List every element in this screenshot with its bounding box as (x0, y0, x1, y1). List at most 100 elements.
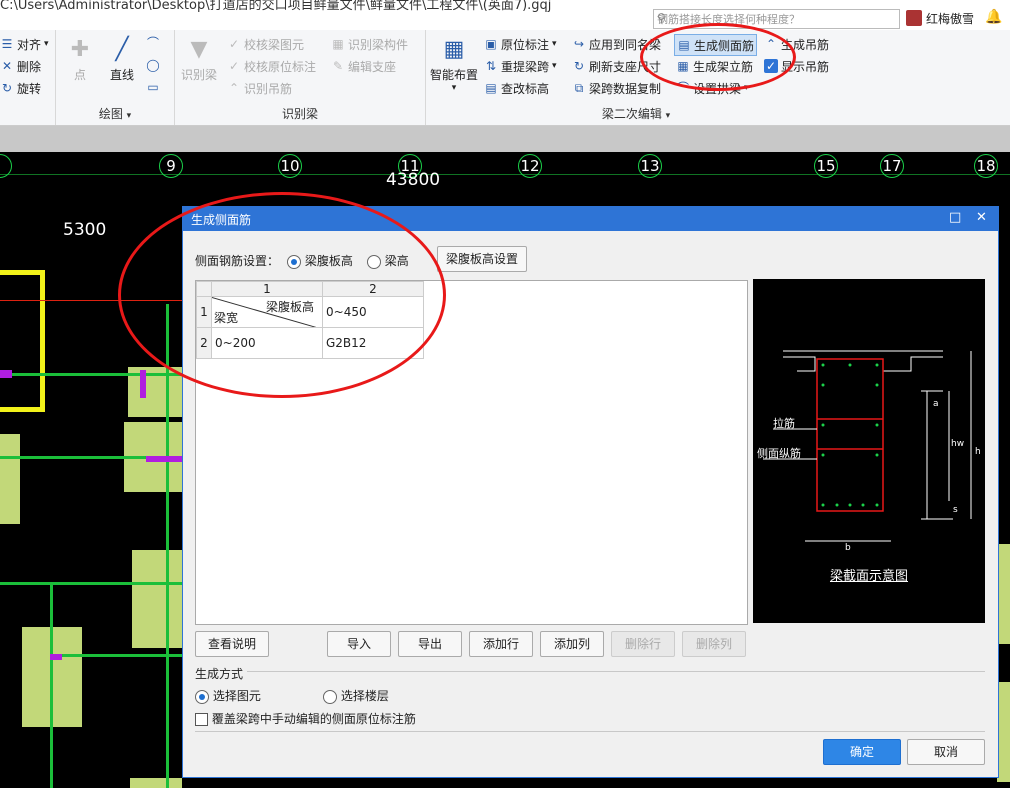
check-position-label: 校核原位标注 (244, 59, 317, 74)
identify-member-label: 识别梁构件 (348, 37, 409, 52)
dim-b-label: b (845, 543, 851, 553)
align-button[interactable]: ☰ 对齐 ▾ (0, 34, 49, 54)
axis-bubble: 12 (518, 154, 542, 178)
reextract-span-label: 重提梁跨 (501, 59, 550, 74)
position-mark-button[interactable]: ▣ 原位标注 ▾ (484, 34, 556, 54)
section-divider (247, 671, 985, 672)
copy-span-data-button[interactable]: ⧉ 梁跨数据复制 (572, 78, 661, 98)
edit-support-button[interactable]: ✎ 编辑支座 (331, 56, 396, 76)
side-bar-label: 侧面纵筋 (757, 447, 801, 460)
tab-strip (0, 126, 1010, 152)
radio-on-icon (195, 689, 209, 704)
delete-label: 删除 (17, 59, 42, 74)
edit-icon: ✎ (332, 59, 344, 73)
maximize-icon[interactable]: □ (949, 210, 961, 225)
check-position-button[interactable]: ✓ 校核原位标注 (227, 56, 316, 76)
point-icon: ✚ (70, 37, 90, 62)
delete-column-button[interactable]: 删除列 (682, 631, 746, 657)
beam-section-preview: 拉筋 侧面纵筋 a hw h s b 梁截面示意图 (753, 279, 985, 623)
column-pad (130, 778, 182, 788)
identify-member-button[interactable]: ▦ 识别梁构件 (331, 34, 408, 54)
export-button[interactable]: 导出 (398, 631, 462, 657)
section-caption: 梁截面示意图 (829, 569, 908, 584)
purple-marker (140, 370, 146, 398)
axis-bubble: 15 (814, 154, 838, 178)
overwrite-checkbox[interactable]: 覆盖梁跨中手动编辑的侧面原位标注筋 (195, 710, 416, 727)
line-label: 直线 (109, 68, 134, 82)
beam-line (50, 582, 53, 788)
check-beam-label: 校核梁图元 (244, 37, 305, 52)
annotation-circle (640, 23, 796, 91)
smart-layout-label: 智能布置 (430, 68, 479, 82)
mark-icon: ▣ (485, 37, 497, 51)
draw-group-label[interactable]: 绘图 ▾ (56, 105, 174, 122)
title-bar: C:\Users\Administrator\Desktop\打道店的交口项目鲜… (0, 0, 1010, 31)
identify-beam-button[interactable]: ▼ 识别梁 (181, 34, 217, 83)
secondary-edit-group-label[interactable]: 梁二次编辑 ▾ (426, 105, 846, 122)
column-outline (0, 270, 45, 412)
help-button[interactable]: 查看说明 (195, 631, 269, 657)
align-label: 对齐 (17, 37, 42, 52)
identify-beam-label: 识别梁 (181, 68, 218, 82)
beam-line (52, 654, 182, 657)
delete-icon: ✕ (1, 59, 13, 73)
rectangle-icon[interactable]: ▭ (146, 80, 160, 94)
dim-s-label: s (953, 505, 958, 515)
check-icon: ✓ (228, 37, 240, 51)
line-button[interactable]: ╱ 直线 (106, 34, 138, 83)
smart-layout-button[interactable]: ▦ 智能布置 ▾ (430, 34, 478, 93)
check-beam-button[interactable]: ✓ 校核梁图元 (227, 34, 304, 54)
funnel-icon: ▼ (190, 37, 208, 62)
align-icon: ☰ (1, 37, 13, 51)
axis-bubble: 13 (638, 154, 662, 178)
apply-icon: ↪ (573, 37, 585, 51)
import-button[interactable]: 导入 (327, 631, 391, 657)
secondary-label: 梁二次编辑 (601, 107, 662, 121)
rotate-label: 旋转 (17, 81, 42, 96)
ok-button[interactable]: 确定 (823, 739, 901, 765)
dimension-label: 5300 (63, 220, 107, 240)
rotate-icon: ↻ (1, 81, 13, 95)
arc-icon[interactable]: ⌒ (146, 36, 160, 50)
cancel-button[interactable]: 取消 (907, 739, 985, 765)
user-account[interactable]: 红梅傲雪 (906, 9, 974, 27)
beam-line (166, 304, 169, 788)
grid-icon: ▦ (443, 37, 465, 62)
column-pad (132, 550, 182, 648)
edit-elevation-button[interactable]: ▤ 查改标高 (484, 78, 549, 98)
select-floor-radio[interactable]: 选择楼层 (323, 687, 389, 704)
axis-bubble: 10 (278, 154, 302, 178)
close-icon[interactable]: ✕ (976, 210, 987, 225)
draw-label: 绘图 (98, 107, 123, 121)
delete-row-button[interactable]: 删除行 (611, 631, 675, 657)
position-mark-label: 原位标注 (501, 37, 550, 52)
section-divider (195, 731, 985, 732)
bell-icon[interactable]: 🔔 (985, 9, 1002, 25)
search-icon[interactable]: ⚲ (657, 11, 895, 25)
add-row-button[interactable]: 添加行 (469, 631, 533, 657)
edit-group: ☰ 对齐 ▾ ✕ 删除 ↻ 旋转 (0, 30, 56, 125)
rotate-button[interactable]: ↻ 旋转 (0, 78, 41, 98)
reextract-span-button[interactable]: ⇅ 重提梁跨 ▾ (484, 56, 557, 76)
line-icon: ╱ (115, 37, 129, 62)
delete-button[interactable]: ✕ 删除 (0, 56, 41, 76)
checkbox-unchecked-icon (195, 713, 208, 726)
select-floor-label: 选择楼层 (340, 689, 389, 703)
beam-line (0, 582, 182, 585)
copy-icon: ⧉ (574, 81, 584, 95)
select-element-radio[interactable]: 选择图元 (195, 687, 261, 704)
add-column-button[interactable]: 添加列 (540, 631, 604, 657)
radio-off-icon (323, 689, 337, 704)
circle-icon[interactable]: ◯ (146, 58, 160, 72)
point-label: 点 (73, 68, 86, 82)
dimension-label: 43800 (386, 170, 441, 190)
gen-mode-label: 生成方式 (195, 667, 244, 681)
beam-line (0, 373, 182, 376)
span-icon: ⇅ (485, 59, 497, 73)
elevation-icon: ▤ (485, 81, 497, 95)
identify-group: ▼ 识别梁 ✓ 校核梁图元 ✓ 校核原位标注 ⌃ 识别吊筋 ▦ 识别梁构件 ✎ 编辑支座 识… (175, 30, 426, 125)
identify-hanger-button[interactable]: ⌃ 识别吊筋 (227, 78, 292, 98)
web-height-setting-button[interactable]: 梁腹板高设置 (437, 246, 527, 272)
hanger-icon: ⌃ (228, 81, 240, 95)
point-button[interactable]: ✚ 点 (64, 34, 96, 83)
